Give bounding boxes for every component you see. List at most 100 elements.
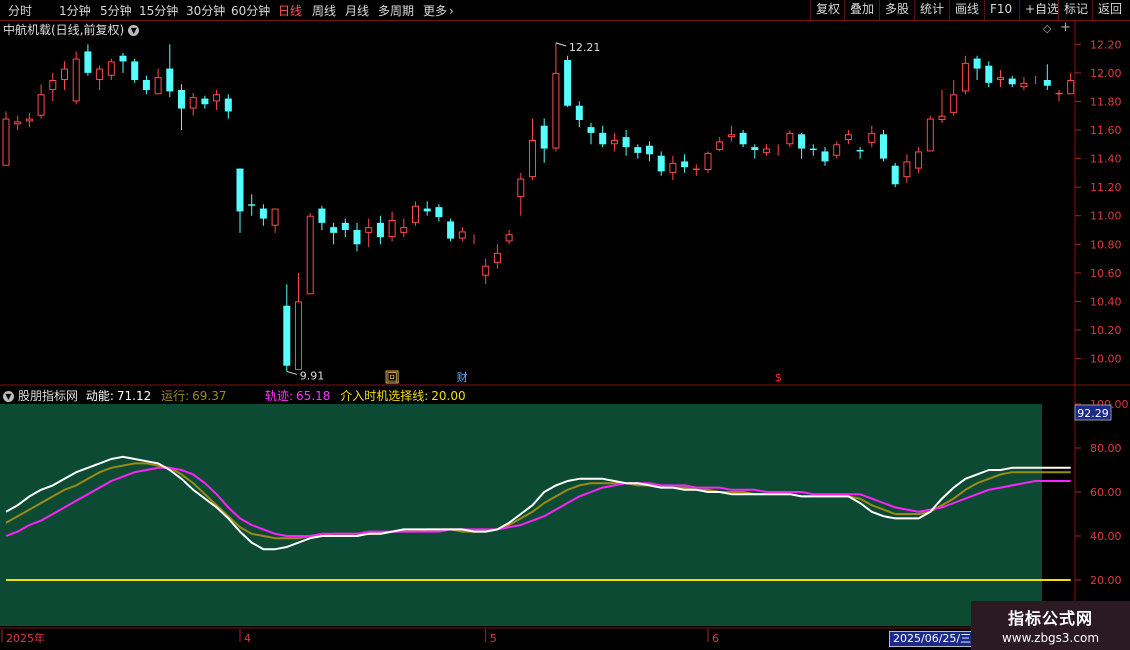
event-marker[interactable]: $ — [775, 371, 782, 384]
candle — [844, 130, 852, 145]
candle — [763, 144, 770, 156]
watermark-title: 指标公式网 — [1007, 609, 1093, 628]
candle-body-down — [131, 61, 139, 80]
event-marker[interactable]: 回 — [387, 371, 398, 384]
candle-body-down — [646, 145, 653, 155]
candle-body-down — [224, 98, 232, 112]
candle — [985, 61, 993, 88]
candle — [891, 162, 899, 188]
candle — [751, 144, 759, 159]
candle — [1020, 77, 1028, 90]
candle-body-up — [786, 132, 794, 145]
date-tick-label: 2025年 — [6, 631, 45, 645]
candle — [692, 164, 700, 176]
price-axis: 12.20 12.00 11.80 11.60 11.40 11.20 11.00 10.80… — [1075, 38, 1122, 366]
candle-body-up — [295, 301, 302, 370]
candle — [517, 172, 525, 216]
candle-body-down — [1043, 80, 1051, 86]
candle — [142, 75, 150, 95]
date-tick-label: 6 — [712, 632, 719, 645]
price-tick-label: 10.00 — [1090, 353, 1122, 366]
candle — [926, 115, 934, 152]
candle — [786, 130, 794, 148]
candle-body-up — [844, 134, 852, 141]
candle-body-down — [575, 105, 583, 120]
candle-body-up — [37, 94, 45, 116]
candle — [505, 230, 513, 245]
candle-body-down — [798, 134, 806, 149]
indicator-tick-label: 60.00 — [1090, 486, 1122, 499]
indicator-axis: 100.0080.0060.0040.0020.0092.29 — [1074, 398, 1129, 587]
candle — [166, 44, 174, 98]
candle-body-down — [283, 305, 291, 366]
candle — [400, 218, 408, 238]
candle — [880, 130, 887, 162]
candle — [727, 125, 735, 142]
candle-body-down — [376, 222, 384, 238]
candle — [2, 111, 10, 166]
candle-body-down — [622, 137, 630, 148]
candle-body-up — [400, 227, 408, 233]
candle — [868, 125, 876, 148]
candle-body-up — [727, 134, 735, 138]
candle — [435, 204, 443, 222]
chevron-down-icon[interactable]: ▼ — [3, 391, 14, 402]
candle-body-up — [96, 68, 104, 80]
candle-body-down — [657, 155, 665, 172]
candle-body-up — [72, 58, 80, 102]
low-price-label: 9.91 — [300, 369, 325, 382]
candle-body-up — [306, 215, 314, 295]
indicator-tick-label: 40.00 — [1090, 530, 1122, 543]
candle — [529, 118, 536, 180]
candle-body-up — [903, 161, 911, 178]
candle — [669, 155, 677, 180]
candle — [341, 218, 349, 238]
candle-body-down — [201, 98, 209, 105]
candle — [236, 168, 244, 233]
candle — [412, 201, 419, 226]
candle — [961, 55, 969, 95]
candle — [388, 211, 396, 242]
candle — [37, 84, 45, 119]
candle-body-up — [14, 121, 22, 125]
candle — [353, 222, 361, 252]
candle — [575, 101, 583, 128]
candle — [599, 125, 607, 148]
candle — [49, 72, 57, 102]
candle — [622, 130, 630, 156]
candle — [821, 147, 829, 166]
dongneng-label: 动能: — [85, 389, 114, 403]
candle-body-up — [669, 162, 677, 173]
candle-body-down — [259, 208, 267, 219]
candle-body-down — [341, 222, 349, 230]
candle-body-down — [119, 55, 127, 62]
date-axis: 2025年 4 5 6 — [1, 629, 719, 645]
candle — [72, 51, 80, 105]
candle-body-up — [458, 231, 466, 239]
candle — [1055, 90, 1063, 102]
candle-body-down — [821, 151, 829, 162]
candle — [809, 144, 817, 156]
candle — [14, 115, 22, 130]
candle-body-up — [763, 148, 770, 153]
candle-body-down — [84, 51, 92, 73]
candle — [915, 147, 923, 173]
candle — [458, 227, 466, 242]
indicator-tick-label: 80.00 — [1090, 442, 1122, 455]
site-watermark: 指标公式网 www.zbgs3.com — [971, 601, 1130, 650]
candle-body-up — [1020, 82, 1028, 88]
candle — [950, 80, 958, 116]
yunxing-value: 69.37 — [192, 389, 227, 403]
indicator-name[interactable]: 股朋指标网 — [18, 389, 78, 403]
candle-body-up — [926, 118, 934, 152]
candle-body-up — [938, 115, 946, 121]
candle — [189, 92, 197, 116]
guiji-label: 轨迹: — [265, 389, 294, 403]
candle-body-down — [353, 230, 361, 245]
event-marker[interactable]: 财 — [457, 370, 468, 384]
candle — [318, 205, 326, 230]
candle — [634, 144, 642, 159]
candle-body-up — [915, 151, 923, 169]
indicator-header: ▼ 股朋指标网 动能: 71.12 运行: 69.37 — [3, 387, 226, 404]
price-tick-label: 11.60 — [1090, 124, 1122, 137]
